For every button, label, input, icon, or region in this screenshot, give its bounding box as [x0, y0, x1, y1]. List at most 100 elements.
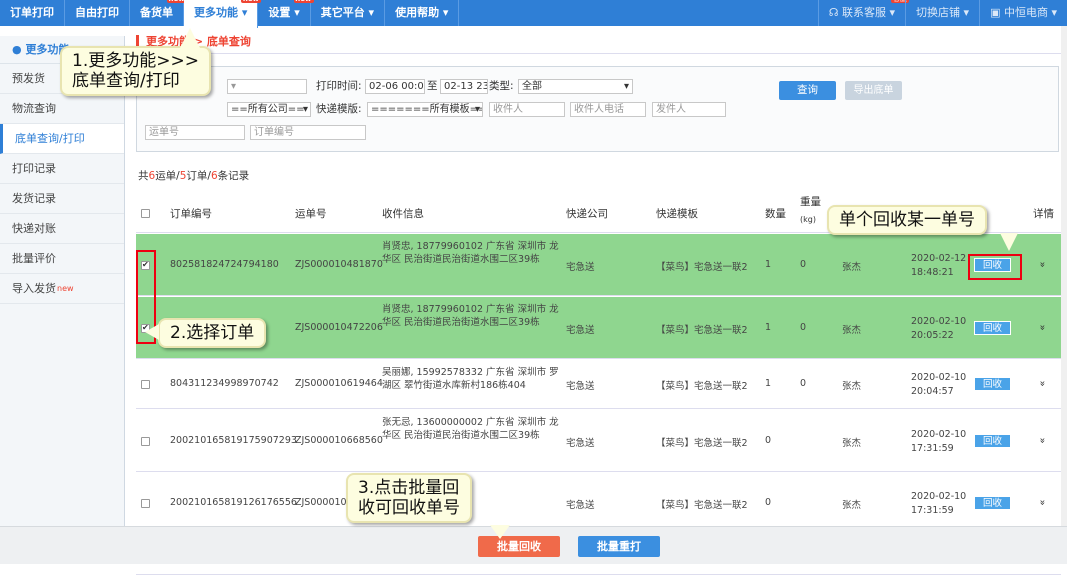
sidebar-item-print-log[interactable]: 打印记录 — [0, 154, 124, 184]
recycle-button[interactable]: 回收 — [974, 434, 1011, 448]
print-time: 18:48:21 — [911, 267, 954, 278]
callout-step-1: 1.更多功能>>> 底单查询/打印 — [60, 46, 211, 96]
express-company-select-a[interactable]: ▾ — [227, 79, 307, 94]
sidebar-item-logistics[interactable]: 物流查询 — [0, 94, 124, 124]
chevron-down-icon[interactable]: » — [1037, 499, 1048, 505]
th-receiver: 收件信息 — [382, 208, 424, 220]
waybill-number: ZJS000010 — [295, 497, 347, 508]
express-company-select[interactable]: ==所有公司== ▾ — [227, 102, 311, 117]
th-detail: 详情 — [1033, 208, 1054, 220]
scrollbar[interactable] — [1061, 26, 1067, 526]
nav-order-print[interactable]: 订单打印 — [0, 0, 65, 26]
nav-settings[interactable]: 设置 ▾new — [258, 0, 314, 26]
export-button[interactable]: 导出底单 — [845, 81, 902, 100]
print-time: 17:31:59 — [911, 505, 954, 516]
callout-step-2: 2.选择订单 — [158, 318, 267, 348]
order-number: 200210165819175907293 — [170, 435, 297, 446]
type-select[interactable]: 全部 ▾ — [518, 79, 633, 94]
table-row[interactable]: ZJS000010472206肖贤忠, 18779960102 广东省 深圳市 … — [136, 297, 1061, 359]
nav-more-functions[interactable]: 更多功能 ▾new — [184, 0, 262, 28]
th-company: 快递公司 — [566, 208, 608, 220]
th-weight: 重量 — [800, 196, 821, 208]
batch-recycle-button[interactable]: 批量回收 — [478, 536, 560, 557]
nav-other-platforms[interactable]: 其它平台 ▾ — [311, 0, 386, 26]
table-row[interactable]: 200210165819126176556ZJS000010齐齐哈宅急送【菜鸟】… — [136, 473, 1061, 534]
breadcrumb: 更多功能 > 底单查询 — [136, 30, 1061, 54]
recycle-button[interactable]: 回收 — [974, 321, 1011, 335]
table-row[interactable]: 802581824724794180 ZJS000010481870肖贤忠, 18… — [136, 234, 1061, 296]
sidebar-item-batch-review[interactable]: 批量评价 — [0, 244, 124, 274]
th-order: 订单编号 — [170, 208, 212, 220]
express-company: 宅急送 — [566, 500, 595, 511]
callout-tail — [1000, 233, 1018, 251]
print-time: 20:04:57 — [911, 386, 954, 397]
weight: 0 — [800, 322, 807, 333]
callout-step-3: 3.点击批量回 收可回收单号 — [346, 473, 472, 523]
receiver-info: 吴丽娜, 15992578332 广东省 深圳市 罗湖区 翠竹街道水库新村186… — [382, 367, 559, 391]
th-weight-unit: (kg) — [800, 215, 816, 224]
receiver-phone-input[interactable]: 收件人电话 — [570, 102, 646, 117]
batch-reprint-button[interactable]: 批量重打 — [578, 536, 660, 557]
table-row[interactable]: 804311234998970742 ZJS000010619464 吴丽娜, 15… — [136, 360, 1061, 409]
row-checkbox[interactable] — [141, 380, 150, 389]
waybill-input[interactable]: 运单号 — [145, 125, 245, 140]
date-to-input[interactable]: 02-13 23:59 — [440, 79, 488, 94]
print-date: 2020-02-10 — [911, 372, 967, 383]
chevron-down-icon[interactable]: » — [1037, 261, 1048, 267]
headset-icon: ☊ — [828, 6, 843, 19]
order-number: 200210165819126176556 — [170, 497, 297, 508]
print-date: 2020-02-10 — [911, 491, 967, 502]
nav-customer-service[interactable]: ☊ 联系客服 ▾客服 — [817, 0, 910, 26]
callout-tail — [490, 525, 510, 539]
waybill-number: ZJS000010481870 — [295, 259, 383, 270]
template-label: 快递模版: — [316, 103, 362, 115]
express-company: 宅急送 — [566, 438, 595, 449]
express-company: 宅急送 — [566, 262, 595, 273]
row-checkbox[interactable] — [141, 437, 150, 446]
print-date: 2020-02-10 — [911, 429, 967, 440]
select-all-checkbox[interactable] — [141, 209, 150, 218]
waybill-number: ZJS000010472206 — [295, 322, 383, 333]
sidebar: ● 更多功能 预发货 物流查询 底单查询/打印 打印记录 发货记录 快递对账 批… — [0, 36, 125, 526]
nav-switch-shop[interactable]: 切换店铺 ▾ — [905, 0, 979, 26]
sidebar-item-ship-log[interactable]: 发货记录 — [0, 184, 124, 214]
nav-help[interactable]: 使用帮助 ▾ — [385, 0, 460, 26]
sender-name: 张杰 — [842, 500, 862, 511]
nav-stock-list[interactable]: 备货单new — [130, 0, 187, 26]
recycle-button[interactable]: 回收 — [974, 377, 1011, 391]
sender-input[interactable]: 发件人 — [652, 102, 726, 117]
express-template: 【菜鸟】宅急送一联2 — [656, 438, 748, 449]
recycle-highlight — [968, 254, 1022, 280]
user-icon: ▣ — [990, 6, 1004, 19]
chevron-down-icon[interactable]: » — [1037, 380, 1048, 386]
sidebar-item-reconcile[interactable]: 快递对账 — [0, 214, 124, 244]
table-row[interactable]: 200210165819175907293 ZJS000010668560 张无忌,… — [136, 410, 1061, 472]
filter-panel: ▾ 打印时间: 02-06 00:00 至 02-13 23:59 类型: 全部… — [136, 66, 1059, 152]
nav-free-print[interactable]: 自由打印 — [65, 0, 130, 26]
chevron-down-icon[interactable]: » — [1037, 437, 1048, 443]
quantity: 1 — [765, 378, 772, 389]
nav-account[interactable]: ▣ 中恒电商 ▾ — [979, 0, 1067, 26]
quantity: 1 — [765, 259, 772, 270]
sidebar-item-waybill-query[interactable]: 底单查询/打印 — [0, 124, 124, 154]
top-nav: 订单打印 自由打印 备货单new 更多功能 ▾new 设置 ▾new 其它平台 … — [0, 0, 1067, 28]
order-number: 804311234998970742 — [170, 378, 279, 389]
receiver-input[interactable]: 收件人 — [489, 102, 565, 117]
sidebar-item-import-ship[interactable]: 导入发货new — [0, 274, 124, 304]
row-checkbox[interactable] — [141, 499, 150, 508]
date-from-input[interactable]: 02-06 00:00 — [365, 79, 425, 94]
express-company: 宅急送 — [566, 325, 595, 336]
quantity: 1 — [765, 322, 772, 333]
sender-name: 张杰 — [842, 438, 862, 449]
order-number-input[interactable]: 订单编号 — [250, 125, 366, 140]
recycle-button[interactable]: 回收 — [974, 496, 1011, 510]
template-select[interactable]: =======所有模板== ▾ — [367, 102, 483, 117]
chevron-down-icon: ▾ — [302, 104, 308, 115]
record-summary: 共6运单/5订单/6条记录 — [138, 170, 250, 182]
express-company: 宅急送 — [566, 381, 595, 392]
main-panel: 更多功能 > 底单查询 ▾ 打印时间: 02-06 00:00 至 02-13 … — [136, 30, 1061, 575]
query-button[interactable]: 查询 — [779, 81, 836, 100]
sender-name: 张杰 — [842, 262, 862, 273]
print-time: 17:31:59 — [911, 443, 954, 454]
chevron-down-icon[interactable]: » — [1037, 324, 1048, 330]
